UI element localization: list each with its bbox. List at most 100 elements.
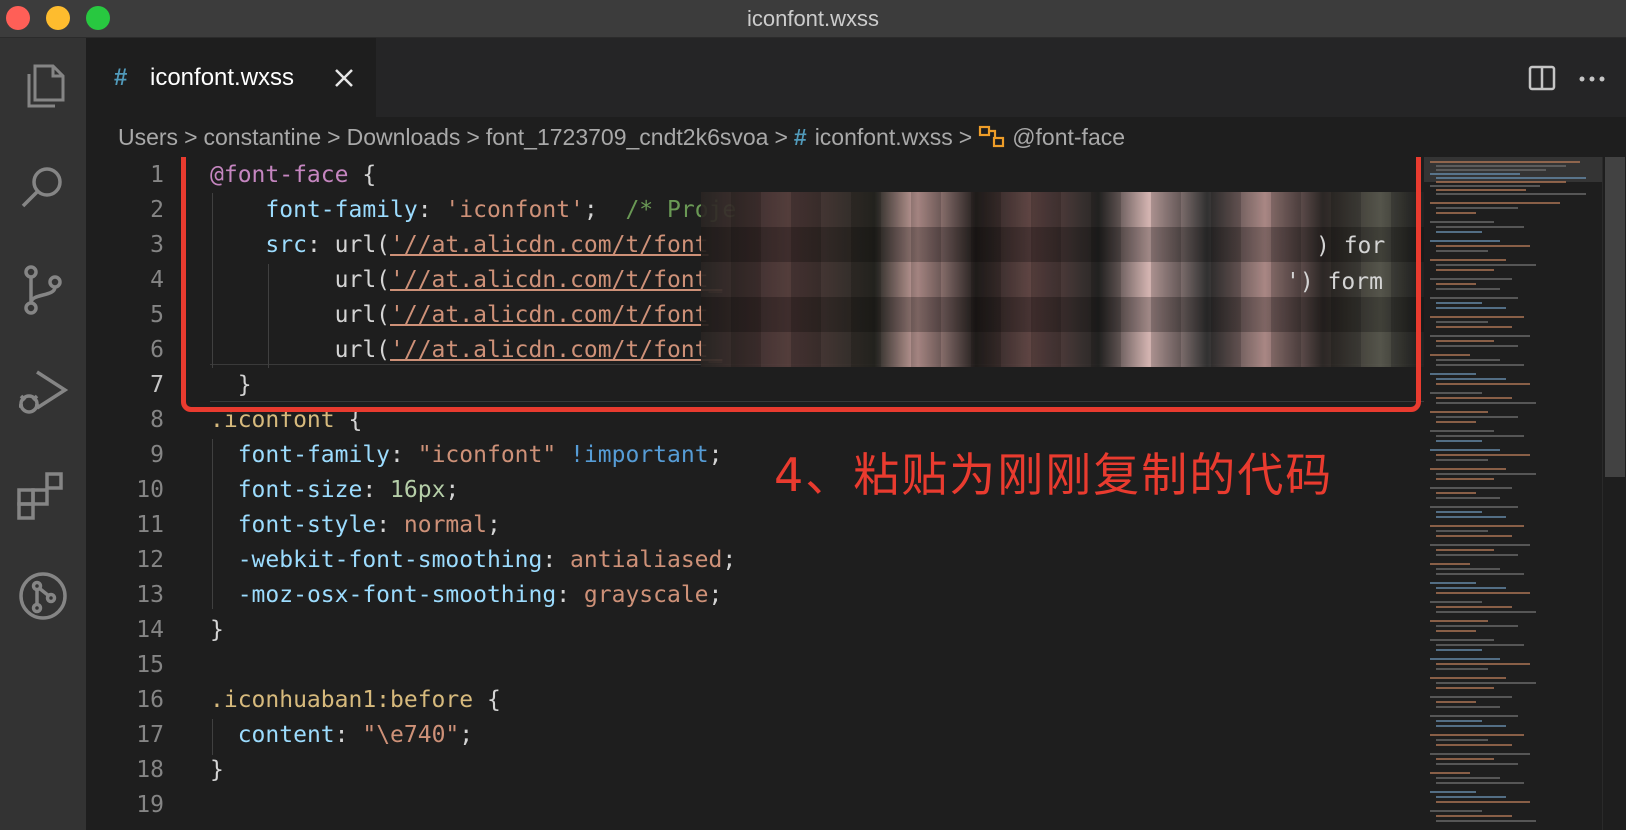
explorer-icon[interactable] (13, 56, 73, 116)
minimap-line (1430, 316, 1524, 318)
minimap-line (1430, 354, 1470, 356)
code-text: } (210, 612, 224, 648)
code-token: ; (708, 442, 723, 468)
chevron-right-icon: > (774, 124, 788, 150)
code-token: ; (708, 582, 723, 608)
code-token: ; (486, 512, 501, 538)
code-token: ; (459, 722, 474, 748)
minimap-line (1430, 202, 1560, 204)
minimap-line (1430, 715, 1518, 717)
minimap-line (1436, 739, 1488, 741)
minimap-line (1436, 250, 1488, 252)
run-debug-icon[interactable] (13, 362, 73, 422)
minimap-line (1436, 478, 1494, 480)
tab-strip: # iconfont.wxss (86, 38, 1626, 117)
git-graph-icon[interactable] (13, 566, 73, 626)
annotation-highlight-box (181, 157, 1421, 412)
minimap-line (1436, 440, 1482, 442)
minimap-line (1436, 687, 1494, 689)
line-number: 13 (136, 582, 164, 608)
minimap-line (1436, 435, 1524, 437)
extensions-icon[interactable] (13, 464, 73, 524)
code-editor[interactable]: 1 @font-face {2 font-family: 'iconfont'; … (86, 157, 1424, 830)
line-number: 5 (150, 302, 164, 328)
minimap-line (1436, 725, 1506, 727)
minimap-line (1436, 492, 1476, 494)
more-actions-icon[interactable] (1576, 62, 1608, 94)
code-line[interactable]: 11 font-style: normal; (86, 507, 1424, 543)
code-text: content: "\e740"; (210, 717, 473, 753)
breadcrumb-item[interactable]: constantine (204, 117, 322, 157)
code-token: font-family (237, 442, 391, 468)
breadcrumb-symbol[interactable]: @font-face (1012, 117, 1125, 157)
minimap-line (1436, 625, 1518, 627)
activity-bar (0, 38, 86, 830)
minimap-line (1436, 592, 1530, 594)
code-token: content (237, 722, 335, 748)
minimap-line (1436, 326, 1512, 328)
code-line[interactable]: 16 .iconhuaban1:before { (86, 682, 1424, 718)
minimap-line (1436, 193, 1586, 195)
code-token: "iconfont" (417, 442, 557, 468)
minimap-line (1430, 185, 1540, 187)
minimap-line (1436, 587, 1506, 589)
code-token: antialiased (570, 547, 723, 573)
code-token: } (210, 617, 224, 643)
minimap-line (1436, 497, 1500, 499)
tab-iconfont-wxss[interactable]: # iconfont.wxss (86, 38, 376, 117)
minimap[interactable] (1424, 157, 1602, 830)
minimap-line (1430, 240, 1500, 242)
code-token: grayscale (583, 582, 709, 608)
minimap-line (1436, 226, 1524, 228)
minimap-line (1436, 169, 1546, 171)
code-line[interactable]: 12 -webkit-font-smoothing: antialiased; (86, 542, 1424, 578)
line-number: 9 (150, 442, 164, 468)
code-line[interactable]: 14} (86, 612, 1424, 648)
minimap-line (1436, 720, 1482, 722)
vertical-scrollbar[interactable] (1602, 157, 1626, 830)
code-line[interactable]: 13 -moz-osx-font-smoothing: grayscale; (86, 577, 1424, 613)
minimap-line (1436, 516, 1506, 518)
code-line[interactable]: 19 (86, 787, 1424, 823)
breadcrumb-file[interactable]: iconfont.wxss (815, 117, 953, 157)
minimap-line (1436, 530, 1488, 532)
breadcrumb-item[interactable]: font_1723709_cndt2k6svoa (486, 117, 769, 157)
code-token: } (210, 757, 224, 783)
chevron-right-icon: > (184, 124, 198, 150)
line-number: 4 (150, 267, 164, 293)
code-token: : (376, 512, 404, 538)
minimap-line (1436, 511, 1482, 513)
scrollbar-thumb[interactable] (1605, 157, 1625, 477)
minimap-line (1436, 302, 1482, 304)
code-token: 16px (390, 477, 446, 503)
minimap-line (1436, 649, 1482, 651)
minimap-line (1436, 321, 1488, 323)
code-line[interactable]: 18} (86, 752, 1424, 788)
breadcrumb-item[interactable]: Downloads (347, 117, 461, 157)
line-number: 3 (150, 232, 164, 258)
minimap-line (1436, 264, 1536, 266)
line-number: 14 (136, 617, 164, 643)
source-control-icon[interactable] (13, 260, 73, 320)
minimap-line (1436, 345, 1518, 347)
minimap-line (1436, 231, 1482, 233)
minimap-line (1436, 416, 1518, 418)
code-line[interactable]: 17 content: "\e740"; (86, 717, 1424, 753)
code-text: font-size: 16px; (210, 472, 460, 508)
minimap-line (1436, 815, 1512, 817)
close-icon[interactable] (332, 66, 356, 90)
code-text: font-style: normal; (210, 507, 501, 543)
code-line[interactable]: 15 (86, 647, 1424, 683)
breadcrumb-item[interactable]: Users (118, 117, 178, 157)
breadcrumb: Users > constantine > Downloads > font_1723709… (86, 117, 1626, 157)
minimap-line (1430, 544, 1530, 546)
minimap-line (1436, 554, 1518, 556)
split-editor-icon[interactable] (1526, 62, 1558, 94)
search-icon[interactable] (13, 158, 73, 218)
